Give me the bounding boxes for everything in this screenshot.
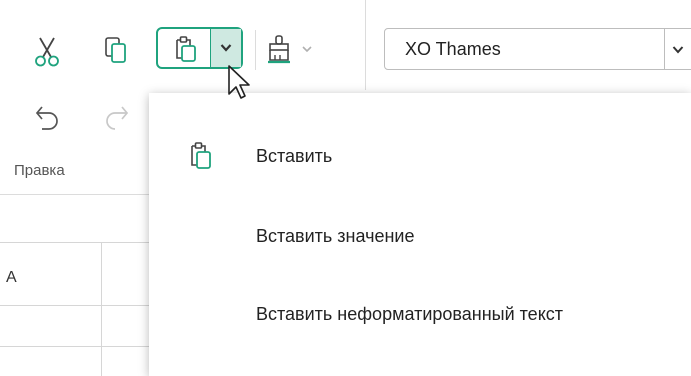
toolbar-separator — [255, 30, 256, 70]
menu-item-label: Вставить значение — [256, 226, 415, 246]
font-selector[interactable]: XO Thames — [384, 28, 691, 70]
chevron-down-icon[interactable] — [672, 45, 684, 55]
redo-icon[interactable] — [102, 103, 130, 133]
menu-item-paste-values[interactable]: Вставить значение — [149, 208, 691, 266]
paste-icon — [176, 36, 196, 62]
column-border — [101, 242, 102, 376]
menu-item-label: Вставить — [256, 146, 333, 166]
font-selector-divider — [664, 29, 665, 69]
format-painter-icon[interactable] — [266, 34, 292, 66]
paste-icon — [191, 142, 211, 169]
copy-icon[interactable] — [104, 36, 128, 66]
menu-item-paste[interactable]: Вставить — [149, 128, 691, 186]
group-label-edit: Правка — [14, 162, 65, 179]
column-header-a[interactable]: A — [6, 269, 17, 287]
mouse-cursor-icon — [228, 65, 250, 99]
paste-dropdown-button[interactable] — [210, 29, 241, 67]
chevron-down-icon — [220, 44, 232, 52]
cut-icon[interactable] — [34, 36, 60, 68]
paste-button[interactable] — [156, 27, 243, 69]
menu-item-label: Вставить неформатированный текст — [256, 304, 564, 324]
toolbar-separator — [365, 0, 366, 90]
font-name: XO Thames — [405, 39, 501, 59]
paste-dropdown-menu: Вставить Вставить значение Вставить нефо… — [149, 93, 691, 376]
undo-icon[interactable] — [34, 103, 62, 133]
chevron-down-icon[interactable] — [302, 45, 312, 53]
menu-item-paste-unformatted[interactable]: Вставить неформатированный текст — [149, 286, 691, 344]
